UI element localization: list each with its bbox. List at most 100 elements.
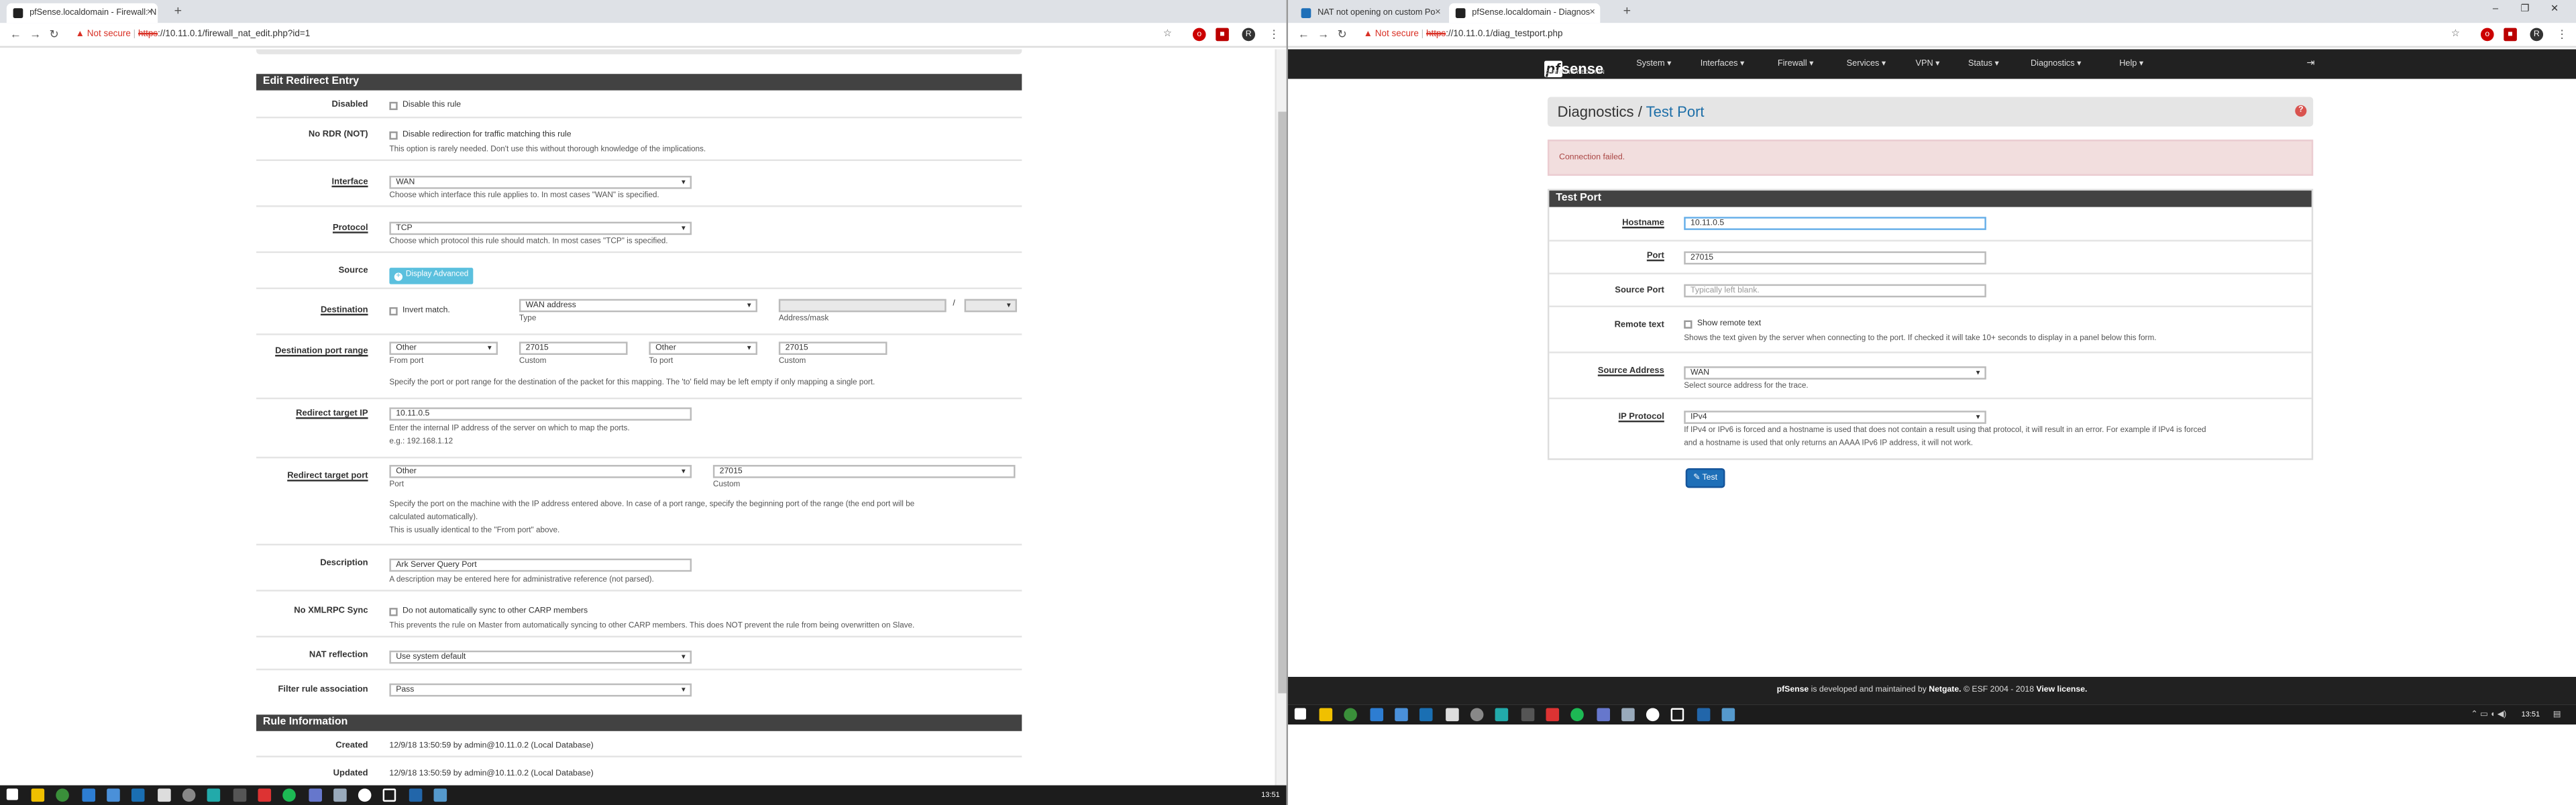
bookmark-star-icon[interactable]: ☆ <box>2451 26 2460 44</box>
extension-badge-icon[interactable]: ■ <box>2504 28 2517 42</box>
app-icon[interactable] <box>382 788 396 802</box>
app-icon[interactable] <box>309 788 323 802</box>
invert-match-checkbox[interactable] <box>389 307 398 316</box>
display-advanced-button[interactable]: + Display Advanced <box>389 268 474 284</box>
source-address-select[interactable]: WAN ▼ <box>1684 366 1986 380</box>
menu-dots-icon[interactable]: ⋮ <box>2557 26 2568 44</box>
chrome-icon[interactable] <box>1344 708 1357 722</box>
app-icon[interactable] <box>207 788 221 802</box>
app-icon[interactable] <box>433 788 447 802</box>
menu-firewall[interactable]: Firewall ▾ <box>1778 49 1814 78</box>
app-icon[interactable] <box>1597 708 1611 722</box>
app-icon[interactable] <box>1546 708 1560 722</box>
filter-association-select[interactable]: Pass ▼ <box>389 683 692 697</box>
system-tray-icons[interactable]: ⌃ ▭ ◖ ◀) <box>2471 705 2506 724</box>
footer-netgate-link[interactable]: Netgate. <box>1929 685 1961 695</box>
steam-icon[interactable] <box>131 788 145 802</box>
footer-brand[interactable]: pfSense <box>1777 685 1809 695</box>
redirect-ip-input[interactable]: 10.11.0.5 <box>389 407 692 421</box>
forward-icon[interactable]: → <box>30 26 41 44</box>
tab-nat-not-opening[interactable]: NAT not opening on custom Po × <box>1295 3 1446 23</box>
hostname-input[interactable]: 10.11.0.5 <box>1684 217 1986 230</box>
app-icon[interactable] <box>1721 708 1735 722</box>
app-icon[interactable] <box>333 788 347 802</box>
forward-icon[interactable]: → <box>1318 26 1329 44</box>
new-tab-button[interactable]: + <box>1623 3 1631 19</box>
windows-start-icon[interactable] <box>1294 708 1306 720</box>
logout-icon[interactable]: ⇥ <box>2306 49 2314 78</box>
pfsense-logo[interactable]: pf sense COMMUNITY EDITION <box>1544 52 1605 82</box>
file-explorer-icon[interactable] <box>1319 708 1333 722</box>
app-icon[interactable] <box>1670 708 1684 722</box>
tab-diagnostics[interactable]: pfSense.localdomain - Diagnos × <box>1449 3 1601 23</box>
maximize-button[interactable]: ❐ <box>2510 0 2540 19</box>
app-icon[interactable] <box>182 788 196 802</box>
page-title[interactable]: Test Port <box>1646 103 1705 119</box>
reload-icon[interactable]: ↻ <box>1337 26 1346 44</box>
from-port-input[interactable]: 27015 <box>519 341 628 355</box>
page-scrollbar[interactable] <box>1275 49 1287 789</box>
steam-icon[interactable] <box>1419 708 1433 722</box>
menu-system[interactable]: System ▾ <box>1636 49 1671 78</box>
interface-select[interactable]: WAN ▼ <box>389 176 692 189</box>
reload-icon[interactable]: ↻ <box>49 26 58 44</box>
app-icon[interactable] <box>82 788 96 802</box>
url-field[interactable]: ▲ Not secure | https://10.11.0.1/diag_te… <box>1364 26 1563 44</box>
new-tab-button[interactable]: + <box>174 3 182 19</box>
breadcrumb-parent[interactable]: Diagnostics / <box>1558 103 1642 119</box>
port-input[interactable]: 27015 <box>1684 251 1986 265</box>
menu-status[interactable]: Status ▾ <box>1968 49 1999 78</box>
close-tab-icon[interactable]: × <box>1435 3 1441 23</box>
redirect-port-input[interactable]: 27015 <box>712 465 1016 478</box>
extension-opera-icon[interactable]: o <box>1192 28 1206 42</box>
menu-interfaces[interactable]: Interfaces ▾ <box>1701 49 1745 78</box>
menu-services[interactable]: Services ▾ <box>1847 49 1886 78</box>
extension-badge-icon[interactable]: ■ <box>1216 28 1229 42</box>
url-field[interactable]: ▲ Not secure | https://10.11.0.1/firewal… <box>76 26 311 44</box>
app-icon[interactable] <box>1646 708 1660 722</box>
to-port-input[interactable]: 27015 <box>778 341 888 355</box>
back-icon[interactable]: ← <box>10 26 21 44</box>
close-tab-icon[interactable]: × <box>147 3 153 23</box>
app-icon[interactable] <box>233 788 247 802</box>
disable-rule-checkbox[interactable] <box>389 101 398 111</box>
app-icon[interactable] <box>1370 708 1384 722</box>
app-icon[interactable] <box>1395 708 1408 722</box>
destination-mask-select[interactable]: ▼ <box>964 299 1017 313</box>
description-input[interactable]: Ark Server Query Port <box>389 558 692 572</box>
nat-reflection-select[interactable]: Use system default ▼ <box>389 650 692 664</box>
close-window-button[interactable]: ✕ <box>2540 0 2569 19</box>
ip-protocol-select[interactable]: IPv4 ▼ <box>1684 411 1986 424</box>
notifications-icon[interactable]: ▤ <box>2553 705 2561 724</box>
menu-dots-icon[interactable]: ⋮ <box>1269 26 1280 44</box>
protocol-select[interactable]: TCP ▼ <box>389 221 692 235</box>
app-icon[interactable] <box>1470 708 1484 722</box>
app-icon[interactable] <box>1697 708 1711 722</box>
file-explorer-icon[interactable] <box>31 788 45 802</box>
test-button[interactable]: ✎ Test <box>1685 468 1725 488</box>
redirect-port-select[interactable]: Other ▼ <box>389 465 692 478</box>
menu-diagnostics[interactable]: Diagnostics ▾ <box>2031 49 2082 78</box>
destination-type-select[interactable]: WAN address ▼ <box>519 299 757 313</box>
app-icon[interactable] <box>1495 708 1509 722</box>
extension-opera-icon[interactable]: o <box>2480 28 2494 42</box>
spotify-icon[interactable] <box>282 788 296 802</box>
no-xmlrpc-checkbox[interactable] <box>389 608 398 616</box>
app-icon[interactable] <box>1521 708 1535 722</box>
app-icon[interactable] <box>258 788 272 802</box>
app-icon[interactable] <box>107 788 120 802</box>
footer-license-link[interactable]: View license. <box>2036 685 2087 695</box>
app-icon[interactable] <box>1621 708 1635 722</box>
minimize-button[interactable]: – <box>2481 0 2510 19</box>
bookmark-star-icon[interactable]: ☆ <box>1163 26 1172 44</box>
profile-avatar-icon[interactable]: R <box>2530 28 2544 42</box>
back-icon[interactable]: ← <box>1298 26 1309 44</box>
chrome-icon[interactable] <box>56 788 69 802</box>
menu-vpn[interactable]: VPN ▾ <box>1916 49 1940 78</box>
from-port-select[interactable]: Other ▼ <box>389 341 498 355</box>
help-icon[interactable]: ? <box>2295 105 2307 117</box>
close-tab-icon[interactable]: × <box>1589 3 1595 23</box>
mail-icon[interactable] <box>1446 708 1459 722</box>
app-icon[interactable] <box>409 788 423 802</box>
remote-text-checkbox[interactable] <box>1684 320 1693 329</box>
